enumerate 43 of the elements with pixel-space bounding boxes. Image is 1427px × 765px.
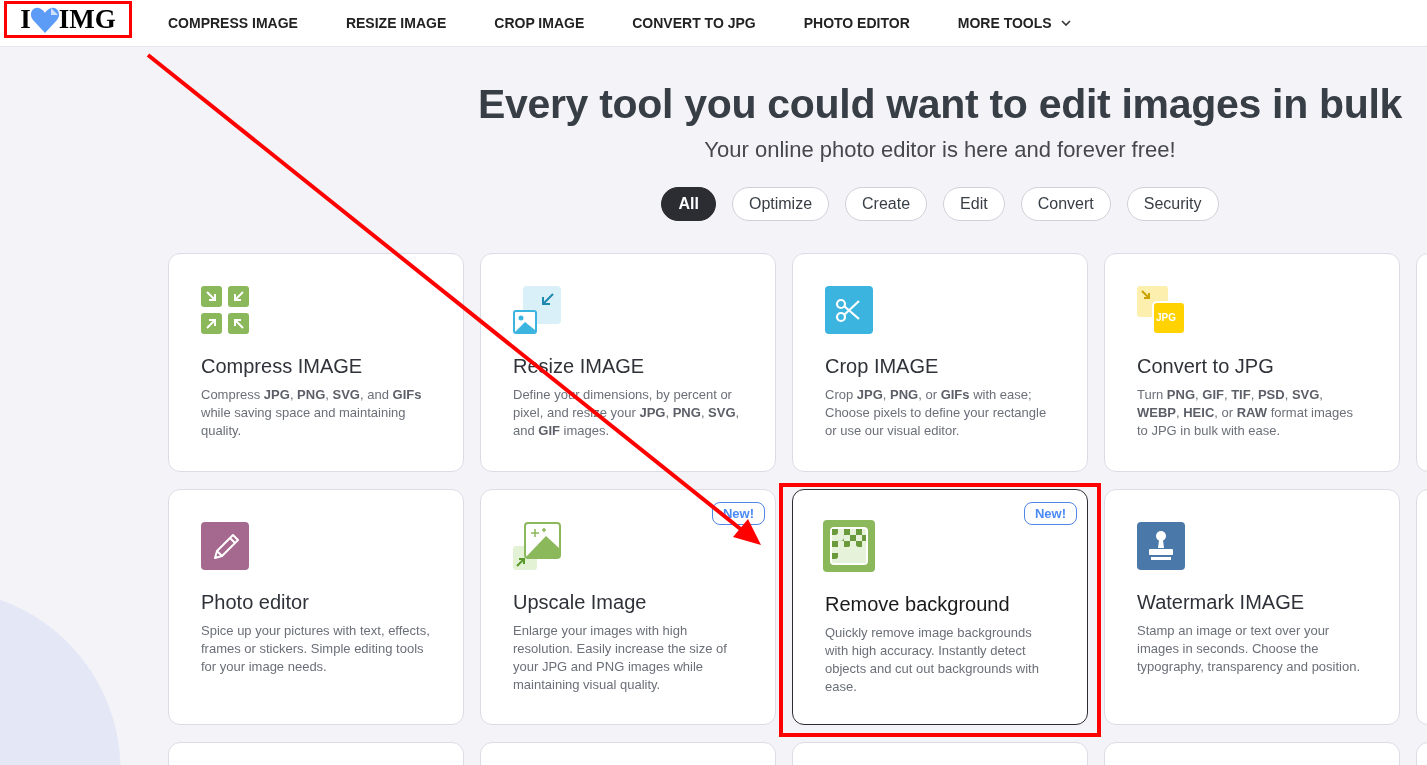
filter-pill[interactable]: Security bbox=[1126, 187, 1219, 222]
logo[interactable]: I IMG bbox=[20, 6, 116, 33]
tool-card[interactable]: Watermark IMAGE Stamp an image or text over your images in seconds. Choose the typography, transparency and position. bbox=[1104, 489, 1400, 726]
tool-title: Watermark IMAGE bbox=[1137, 590, 1306, 616]
tool-title: Crop IMAGE bbox=[825, 354, 940, 380]
nav-link[interactable]: COMPRESS IMAGE bbox=[168, 15, 298, 31]
filter-pill[interactable]: Optimize bbox=[731, 187, 830, 222]
pencil-icon bbox=[201, 522, 249, 571]
tool-card[interactable]: Compress IMAGE Compress JPG, PNG, SVG, and GIFs while saving space and maintaining quality. bbox=[168, 253, 464, 473]
filter-pill[interactable]: Convert bbox=[1020, 187, 1111, 222]
page-heading: Every tool you could want to edit images in bulk bbox=[477, 82, 1403, 128]
page-subtitle: Your online photo editor is here and forever free! bbox=[704, 137, 1176, 164]
tool-card[interactable]: JPG Convert to JPG Turn PNG, GIF, TIF, PSD, SVG, WEBP, HEIC, or RAW format images to JPG in bulk with ease. bbox=[1104, 253, 1400, 473]
tool-card[interactable]: Crop IMAGE Crop JPG, PNG, or GIFs with ease; Choose pixels to define your rectangle or use our visual editor. bbox=[792, 253, 1088, 473]
filter-pill[interactable]: Create bbox=[845, 187, 928, 222]
scissors-icon bbox=[825, 286, 873, 335]
tool-description: Enlarge your images with high resolution. Easily increase the size of your JPG and PNG images while maintaining visual quality. bbox=[513, 622, 728, 695]
compress-arrows-icon bbox=[201, 286, 249, 335]
tool-card[interactable]: New! Remove background Quickly remove image backgrounds with high accuracy. Instantly detect objects and cut out backgrounds with ease. bbox=[792, 489, 1088, 726]
tool-description: Stamp an image or text over your images in seconds. Choose the typography, transparency and position. bbox=[1137, 622, 1362, 677]
tool-title: Upscale Image bbox=[513, 590, 648, 616]
tool-description: Compress JPG, PNG, SVG, and GIFs while saving space and maintaining quality. bbox=[201, 386, 423, 441]
nav-link[interactable]: MORE TOOLS bbox=[957, 15, 1071, 31]
nav-link[interactable]: CROP IMAGE bbox=[494, 15, 585, 31]
nav-link[interactable]: RESIZE IMAGE bbox=[345, 15, 447, 31]
tool-title: Remove background bbox=[825, 592, 1011, 618]
nav-link[interactable]: PHOTO EDITOR bbox=[803, 15, 910, 31]
new-badge: New! bbox=[1023, 502, 1077, 526]
nav-link[interactable]: CONVERT TO JPG bbox=[632, 15, 756, 31]
resize-image-icon bbox=[513, 286, 561, 335]
tool-title: Compress IMAGE bbox=[201, 354, 364, 380]
tool-description: Crop JPG, PNG, or GIFs with ease; Choose pixels to define your rectangle or use our visual editor. bbox=[825, 386, 1048, 441]
tool-card[interactable]: Photo editor Spice up your pictures with text, effects, frames or stickers. Simple editing tools for your image needs. bbox=[168, 489, 464, 726]
remove-background-icon bbox=[823, 520, 875, 573]
tool-title: Photo editor bbox=[201, 590, 310, 616]
tool-description: Spice up your pictures with text, effects, frames or stickers. Simple editing tools for your image needs. bbox=[201, 622, 431, 677]
tool-description: Quickly remove image backgrounds with high accuracy. Instantly detect objects and cut out backgrounds with ease. bbox=[825, 624, 1040, 697]
upscale-image-icon bbox=[513, 522, 561, 571]
filter-pill[interactable]: All bbox=[661, 187, 716, 222]
stamp-icon bbox=[1137, 522, 1185, 571]
tool-title: Convert to JPG bbox=[1137, 354, 1275, 380]
filter-pill[interactable]: Edit bbox=[943, 187, 1005, 222]
tool-description: Turn PNG, GIF, TIF, PSD, SVG, WEBP, HEIC, or RAW format images to JPG in bulk with ease. bbox=[1137, 386, 1355, 441]
